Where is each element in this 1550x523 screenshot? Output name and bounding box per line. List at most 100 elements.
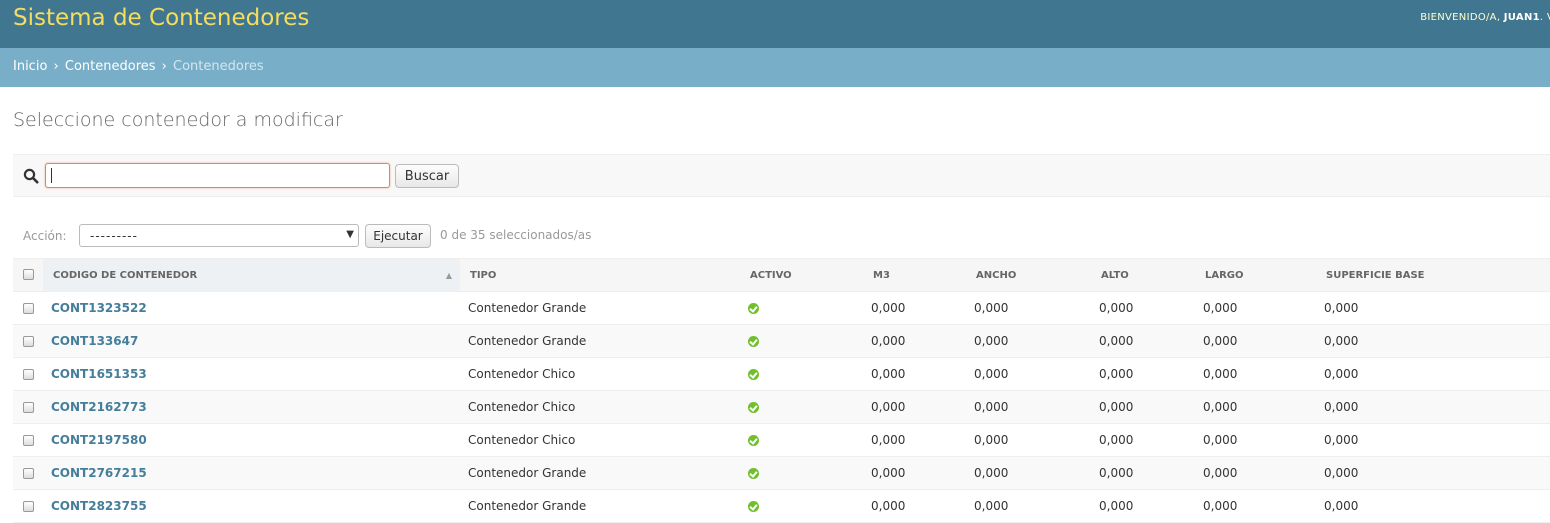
code-cell: CONT2162773 bbox=[43, 390, 460, 424]
column-header-ancho[interactable]: Ancho bbox=[966, 258, 1091, 292]
largo-cell: 0,000 bbox=[1195, 324, 1316, 358]
site-title[interactable]: Sistema de Contenedores bbox=[13, 5, 309, 31]
action-select[interactable]: --------- ▼ bbox=[79, 224, 359, 247]
tipo-cell: Contenedor Chico bbox=[460, 390, 740, 424]
superficie-cell: 0,000 bbox=[1316, 291, 1550, 325]
row-select-cell bbox=[13, 423, 43, 457]
row-checkbox[interactable] bbox=[23, 402, 34, 413]
row-checkbox[interactable] bbox=[23, 303, 34, 314]
activo-cell bbox=[740, 291, 863, 325]
actions-bar: Acción: --------- ▼ Ejecutar 0 de 35 sel… bbox=[13, 223, 1550, 249]
row-select-cell bbox=[13, 390, 43, 424]
row-checkbox[interactable] bbox=[23, 369, 34, 380]
row-select-cell bbox=[13, 291, 43, 325]
table-row: CONT2767215 Contenedor Grande 0,000 0,000 0,… bbox=[13, 456, 1550, 490]
container-code-link[interactable]: CONT1323522 bbox=[51, 301, 147, 315]
user-tools: BIENVENIDO/A, JUAN1. V bbox=[1420, 12, 1550, 23]
alto-cell: 0,000 bbox=[1091, 423, 1195, 457]
column-header-alto[interactable]: Alto bbox=[1091, 258, 1195, 292]
alto-cell: 0,000 bbox=[1091, 456, 1195, 490]
container-code-link[interactable]: CONT133647 bbox=[51, 334, 138, 348]
m3-cell: 0,000 bbox=[863, 357, 966, 391]
activo-cell bbox=[740, 489, 863, 523]
ancho-cell: 0,000 bbox=[966, 456, 1091, 490]
column-header-largo[interactable]: Largo bbox=[1195, 258, 1316, 292]
container-code-link[interactable]: CONT2823755 bbox=[51, 499, 147, 513]
largo-cell: 0,000 bbox=[1195, 390, 1316, 424]
ancho-cell: 0,000 bbox=[966, 489, 1091, 523]
superficie-cell: 0,000 bbox=[1316, 357, 1550, 391]
m3-cell: 0,000 bbox=[863, 291, 966, 325]
tipo-cell: Contenedor Grande bbox=[460, 456, 740, 490]
column-header-tipo[interactable]: Tipo bbox=[460, 258, 740, 292]
selection-counter: 0 de 35 seleccionados/as bbox=[440, 228, 592, 242]
ancho-cell: 0,000 bbox=[966, 324, 1091, 358]
container-code-link[interactable]: CONT2767215 bbox=[51, 466, 147, 480]
tipo-cell: Contenedor Chico bbox=[460, 357, 740, 391]
column-header-superficie[interactable]: Superficie base bbox=[1316, 258, 1550, 292]
code-cell: CONT2767215 bbox=[43, 456, 460, 490]
largo-cell: 0,000 bbox=[1195, 423, 1316, 457]
alto-cell: 0,000 bbox=[1091, 489, 1195, 523]
ancho-cell: 0,000 bbox=[966, 390, 1091, 424]
select-all-cell bbox=[13, 258, 43, 292]
table-body: CONT1323522 Contenedor Grande 0,000 0,000 0,… bbox=[13, 291, 1550, 523]
search-input[interactable] bbox=[45, 163, 390, 188]
row-checkbox[interactable] bbox=[23, 435, 34, 446]
action-label: Acción: bbox=[23, 229, 67, 243]
text-cursor bbox=[51, 168, 52, 183]
largo-cell: 0,000 bbox=[1195, 357, 1316, 391]
action-select-value: --------- bbox=[90, 229, 138, 243]
activo-cell bbox=[740, 324, 863, 358]
check-circle-icon bbox=[748, 501, 759, 512]
select-all-checkbox[interactable] bbox=[23, 269, 34, 281]
container-code-link[interactable]: CONT1651353 bbox=[51, 367, 147, 381]
code-cell: CONT133647 bbox=[43, 324, 460, 358]
welcome-text: BIENVENIDO/A, bbox=[1420, 12, 1501, 23]
column-header-activo[interactable]: Activo bbox=[740, 258, 863, 292]
column-header-m3[interactable]: M3 bbox=[863, 258, 966, 292]
check-circle-icon bbox=[748, 303, 759, 314]
row-checkbox[interactable] bbox=[23, 468, 34, 479]
row-checkbox[interactable] bbox=[23, 336, 34, 347]
execute-button[interactable]: Ejecutar bbox=[365, 224, 431, 248]
table-row: CONT1323522 Contenedor Grande 0,000 0,000 0,… bbox=[13, 291, 1550, 325]
search-button[interactable]: Buscar bbox=[395, 164, 459, 188]
table-row: CONT2197580 Contenedor Chico 0,000 0,000 0,0… bbox=[13, 423, 1550, 457]
sort-asc-icon[interactable]: ▲ bbox=[446, 271, 452, 280]
page-title: Seleccione contenedor a modificar bbox=[13, 109, 343, 131]
container-code-link[interactable]: CONT2197580 bbox=[51, 433, 147, 447]
code-cell: CONT2823755 bbox=[43, 489, 460, 523]
ancho-cell: 0,000 bbox=[966, 291, 1091, 325]
alto-cell: 0,000 bbox=[1091, 357, 1195, 391]
code-cell: CONT1651353 bbox=[43, 357, 460, 391]
breadcrumb-home[interactable]: Inicio bbox=[13, 59, 47, 74]
username: JUAN1 bbox=[1503, 12, 1540, 23]
superficie-cell: 0,000 bbox=[1316, 489, 1550, 523]
breadcrumb: Inicio › Contenedores › Contenedores bbox=[0, 48, 1550, 87]
user-tools-link[interactable]: . V bbox=[1540, 12, 1550, 23]
container-code-link[interactable]: CONT2162773 bbox=[51, 400, 147, 414]
results-table: Codigo de contenedor ▲ Tipo Activo M3 An… bbox=[13, 258, 1550, 523]
check-circle-icon bbox=[748, 435, 759, 446]
chevron-down-icon: ▼ bbox=[346, 229, 354, 240]
breadcrumb-separator: › bbox=[161, 59, 167, 74]
check-circle-icon bbox=[748, 402, 759, 413]
activo-cell bbox=[740, 423, 863, 457]
alto-cell: 0,000 bbox=[1091, 291, 1195, 325]
breadcrumb-separator: › bbox=[53, 59, 59, 74]
search-icon bbox=[23, 168, 39, 184]
m3-cell: 0,000 bbox=[863, 390, 966, 424]
code-cell: CONT2197580 bbox=[43, 423, 460, 457]
table-row: CONT133647 Contenedor Grande 0,000 0,000 0,0… bbox=[13, 324, 1550, 358]
check-circle-icon bbox=[748, 369, 759, 380]
table-header-row: Codigo de contenedor ▲ Tipo Activo M3 An… bbox=[13, 258, 1550, 292]
row-checkbox[interactable] bbox=[23, 501, 34, 512]
column-header-label: Codigo de contenedor bbox=[53, 269, 198, 281]
largo-cell: 0,000 bbox=[1195, 291, 1316, 325]
breadcrumb-section[interactable]: Contenedores bbox=[65, 59, 156, 74]
search-toolbar: Buscar bbox=[13, 154, 1550, 197]
superficie-cell: 0,000 bbox=[1316, 390, 1550, 424]
column-header-codigo[interactable]: Codigo de contenedor ▲ bbox=[43, 258, 460, 292]
table-row: CONT1651353 Contenedor Chico 0,000 0,000 0,0… bbox=[13, 357, 1550, 391]
